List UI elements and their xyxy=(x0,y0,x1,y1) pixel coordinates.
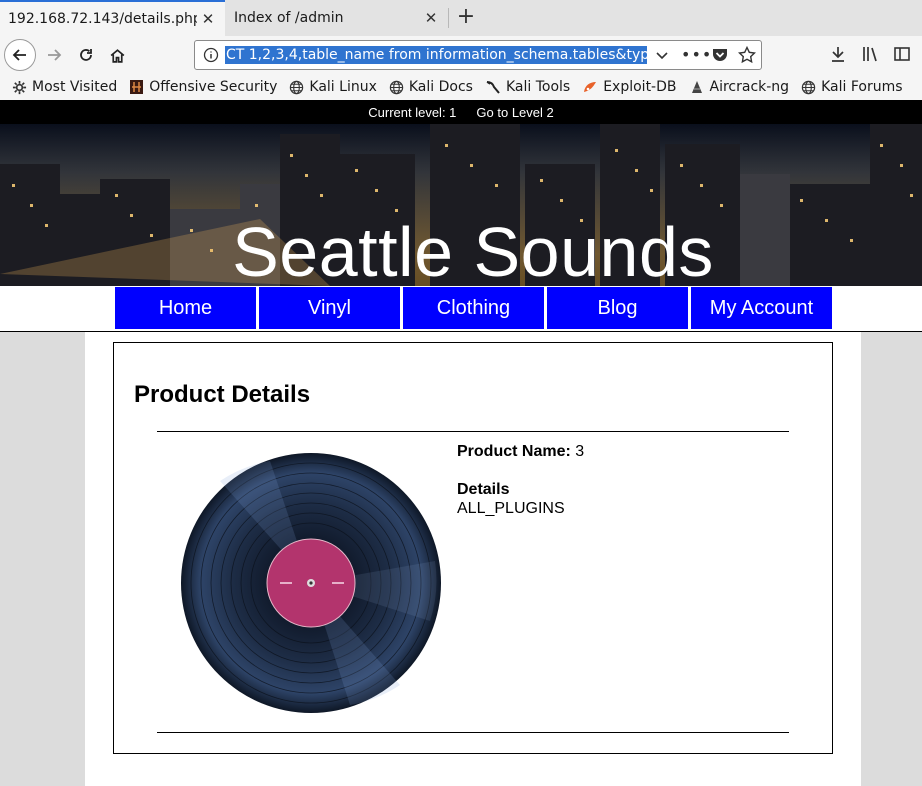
info-icon[interactable] xyxy=(203,47,219,63)
close-tab-icon[interactable]: ✕ xyxy=(420,9,442,27)
menu-item-blog[interactable]: Blog xyxy=(547,287,688,329)
bookmark-label: Kali Docs xyxy=(408,79,473,95)
url-bar[interactable]: CT 1,2,3,4,table_name from information_s… xyxy=(194,40,762,70)
offsec-icon xyxy=(129,79,144,95)
navigation-toolbar: CT 1,2,3,4,table_name from information_s… xyxy=(0,36,922,74)
download-icon[interactable] xyxy=(830,45,846,63)
globe-icon xyxy=(389,80,404,95)
divider xyxy=(157,431,789,432)
reload-icon xyxy=(80,49,92,61)
tab-title: Index of /admin xyxy=(234,10,344,26)
tab-bar: 192.168.72.143/details.php?i ✕ Index of … xyxy=(0,0,922,36)
bookmark-offensive-security[interactable]: Offensive Security xyxy=(129,79,277,95)
exploitdb-icon xyxy=(582,80,598,94)
product-details-label: Details xyxy=(457,481,510,498)
bookmark-kali-forums[interactable]: Kali Forums xyxy=(801,79,903,95)
home-button[interactable] xyxy=(101,39,133,71)
menu-item-vinyl[interactable]: Vinyl xyxy=(259,287,400,329)
home-icon xyxy=(110,48,124,63)
bookmark-label: Kali Tools xyxy=(505,79,571,95)
product-name-value: 3 xyxy=(575,443,585,460)
bookmark-label: Kali Linux xyxy=(309,79,377,95)
sidebar-icon[interactable] xyxy=(893,45,911,63)
tab-admin-index[interactable]: Index of /admin ✕ xyxy=(226,0,448,36)
header-banner: Seattle Sounds xyxy=(0,124,922,286)
bookmark-label: Most Visited xyxy=(32,79,118,95)
product-name-label: Product Name: xyxy=(457,443,571,460)
bookmark-star-icon[interactable] xyxy=(738,46,756,64)
menu-item-home[interactable]: Home xyxy=(115,287,256,329)
page-title: Product Details xyxy=(134,381,311,408)
bookmark-label: Exploit-DB xyxy=(603,79,677,95)
bookmark-kali-docs[interactable]: Kali Docs xyxy=(389,79,473,95)
divider xyxy=(157,732,789,733)
bookmark-label: Aircrack-ng xyxy=(709,79,790,95)
bookmark-kali-tools[interactable]: Kali Tools xyxy=(485,79,570,95)
goto-level-link[interactable]: Go to Level 2 xyxy=(476,105,553,120)
forward-button[interactable] xyxy=(38,39,70,71)
bookmark-most-visited[interactable]: Most Visited xyxy=(12,79,117,95)
menu-item-my-account[interactable]: My Account xyxy=(691,287,832,329)
tab-title: 192.168.72.143/details.php?i xyxy=(8,11,197,27)
library-icon[interactable] xyxy=(862,45,880,63)
main-menu-bar: Home Vinyl Clothing Blog My Account xyxy=(0,286,922,332)
bookmark-label: Offensive Security xyxy=(149,79,278,95)
pocket-icon[interactable] xyxy=(711,47,729,63)
main-content: Product Details Product Name: 3 Details … xyxy=(85,332,861,786)
kali-dragon-icon xyxy=(485,79,501,95)
main-menu: Home Vinyl Clothing Blog My Account xyxy=(115,287,835,329)
product-name: Product Name: 3 xyxy=(457,443,584,461)
gear-icon xyxy=(12,80,27,95)
menu-item-clothing[interactable]: Clothing xyxy=(403,287,544,329)
close-tab-icon[interactable]: ✕ xyxy=(197,10,219,28)
page-actions-icon[interactable]: ••• xyxy=(681,45,712,64)
globe-icon xyxy=(801,80,816,95)
bookmark-exploit-db[interactable]: Exploit-DB xyxy=(582,79,677,95)
tab-details[interactable]: 192.168.72.143/details.php?i ✕ xyxy=(0,0,225,36)
bookmark-label: Kali Forums xyxy=(821,79,903,95)
bookmarks-toolbar: Most Visited Offensive Security Kali Lin… xyxy=(0,74,922,100)
reload-button[interactable] xyxy=(70,39,102,71)
web-page: Current level: 1 Go to Level 2 Seattle S… xyxy=(0,100,922,786)
current-level-text: Current level: 1 xyxy=(368,104,457,120)
forward-arrow-icon xyxy=(48,49,62,61)
aircrack-icon xyxy=(689,79,705,95)
tab-divider xyxy=(448,8,449,28)
bookmark-aircrack-ng[interactable]: Aircrack-ng xyxy=(689,79,790,95)
bookmark-kali-linux[interactable]: Kali Linux xyxy=(289,79,377,95)
vinyl-record-image xyxy=(181,453,441,713)
url-text[interactable]: CT 1,2,3,4,table_name from information_s… xyxy=(225,46,647,64)
back-arrow-icon xyxy=(12,49,26,61)
product-details-card: Product Details Product Name: 3 Details … xyxy=(113,342,833,754)
back-button[interactable] xyxy=(4,39,36,71)
new-tab-button[interactable]: + xyxy=(454,6,478,30)
product-details-value: ALL_PLUGINS xyxy=(457,500,565,517)
site-title: Seattle Sounds xyxy=(232,213,714,286)
chevron-down-icon[interactable] xyxy=(655,47,669,63)
globe-icon xyxy=(289,80,304,95)
level-bar: Current level: 1 Go to Level 2 xyxy=(0,100,922,124)
